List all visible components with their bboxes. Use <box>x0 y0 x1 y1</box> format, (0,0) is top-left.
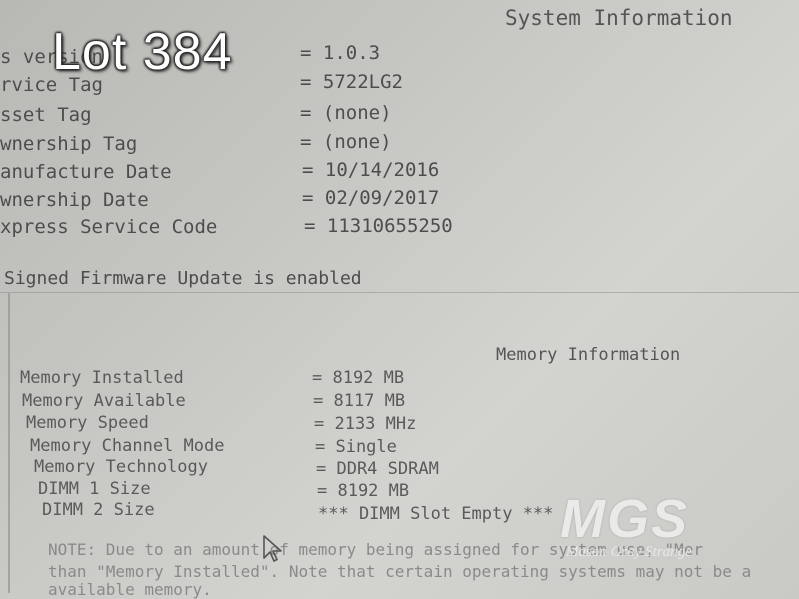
memory-installed-label: Memory Installed <box>20 368 184 388</box>
bios-version-value: = 1.0.3 <box>300 42 381 64</box>
auction-watermark-logo: MGS Mason Gray Strange <box>560 488 760 568</box>
firmware-status: Signed Firmware Update is enabled <box>4 268 362 289</box>
memory-installed-value: = 8192 MB <box>312 368 405 388</box>
memory-speed-label: Memory Speed <box>26 413 149 433</box>
frame-divider-vertical <box>8 293 10 593</box>
service-tag-value: = 5722LG2 <box>300 71 403 93</box>
memory-technology-label: Memory Technology <box>34 457 208 477</box>
ownership-date-value: = 02/09/2017 <box>302 187 440 209</box>
lot-number-label: Lot 384 <box>52 23 233 81</box>
memory-technology-value: = DDR4 SDRAM <box>316 459 439 479</box>
dimm2-size-label: DIMM 2 Size <box>42 500 155 520</box>
memory-available-value: = 8117 MB <box>313 391 406 411</box>
dimm1-size-label: DIMM 1 Size <box>38 479 151 499</box>
asset-tag-label: sset Tag <box>0 104 92 126</box>
ownership-tag-value: = (none) <box>300 131 392 153</box>
dimm2-size-value: *** DIMM Slot Empty *** <box>318 504 554 524</box>
memory-note-line-3: available memory. <box>48 580 212 599</box>
manufacture-date-value: = 10/14/2016 <box>302 159 440 181</box>
memory-speed-value: = 2133 MHz <box>314 414 417 434</box>
watermark-letters: MGS <box>560 489 690 549</box>
watermark-name: Mason Gray Strange <box>566 544 692 560</box>
memory-channel-mode-label: Memory Channel Mode <box>30 436 225 456</box>
system-information-title: System Information <box>505 6 733 30</box>
memory-channel-mode-value: = Single <box>315 437 397 457</box>
memory-available-label: Memory Available <box>22 391 186 411</box>
ownership-date-label: wnership Date <box>0 189 149 211</box>
express-service-code-value: = 11310655250 <box>304 215 453 237</box>
manufacture-date-label: anufacture Date <box>0 161 172 183</box>
ownership-tag-label: wnership Tag <box>0 133 138 155</box>
frame-divider-horizontal <box>0 292 799 293</box>
express-service-code-label: xpress Service Code <box>0 216 218 238</box>
dimm1-size-value: = 8192 MB <box>317 481 410 501</box>
mouse-pointer-icon <box>263 535 282 562</box>
memory-information-title: Memory Information <box>496 345 681 365</box>
asset-tag-value: = (none) <box>300 102 392 124</box>
